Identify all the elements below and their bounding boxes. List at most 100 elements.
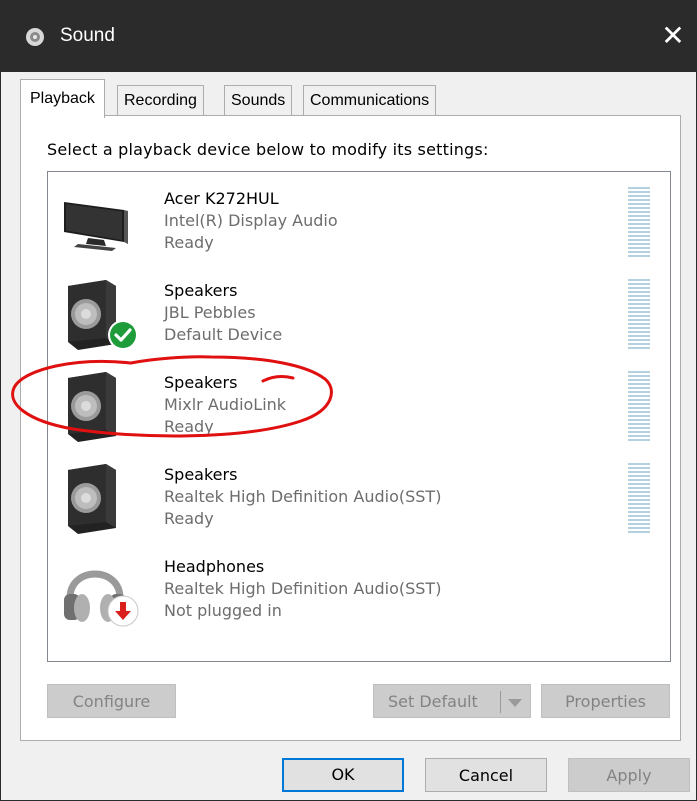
meter-segment <box>628 323 650 325</box>
meter-segment <box>628 475 650 477</box>
meter-segment <box>628 319 650 321</box>
sound-dialog: Sound ✕ Playback Recording Sounds Commun… <box>0 0 697 801</box>
meter-segment <box>628 383 650 385</box>
device-status: Ready <box>164 417 214 436</box>
tab-communications[interactable]: Communications <box>303 85 437 116</box>
device-name: Headphones <box>164 557 265 576</box>
device-status: Ready <box>164 509 214 528</box>
meter-segment <box>628 431 650 433</box>
apply-button[interactable]: Apply <box>568 758 690 792</box>
list-item[interactable]: Speakers JBL Pebbles Default Device <box>48 266 670 358</box>
device-status: Ready <box>164 233 214 252</box>
meter-segment <box>628 235 650 237</box>
device-description: Realtek High Definition Audio(SST) <box>164 487 442 506</box>
window-title: Sound <box>60 25 115 46</box>
meter-segment <box>628 519 650 521</box>
meter-segment <box>628 515 650 517</box>
device-description: Realtek High Definition Audio(SST) <box>164 579 442 598</box>
list-item[interactable]: Headphones Realtek High Definition Audio… <box>48 542 670 634</box>
volume-meter <box>628 463 650 535</box>
meter-segment <box>628 195 650 197</box>
tab-playback[interactable]: Playback <box>20 79 105 118</box>
tab-sounds[interactable]: Sounds <box>224 85 293 116</box>
playback-panel: Select a playback device below to modify… <box>20 115 681 741</box>
meter-segment <box>628 287 650 289</box>
unplugged-arrow-icon <box>107 595 139 627</box>
meter-segment <box>628 503 650 505</box>
configure-button[interactable]: Configure <box>47 684 176 718</box>
meter-segment <box>628 379 650 381</box>
list-item[interactable]: Acer K272HUL Intel(R) Display Audio Read… <box>48 174 670 266</box>
list-item[interactable]: Speakers Realtek High Definition Audio(S… <box>48 450 670 542</box>
meter-segment <box>628 251 650 253</box>
meter-segment <box>628 199 650 201</box>
tab-recording[interactable]: Recording <box>117 85 204 116</box>
meter-segment <box>628 295 650 297</box>
chevron-down-icon[interactable] <box>508 699 522 707</box>
meter-segment <box>628 191 650 193</box>
meter-segment <box>628 303 650 305</box>
meter-segment <box>628 187 650 189</box>
meter-segment <box>628 279 650 281</box>
volume-meter <box>628 371 650 443</box>
monitor-icon <box>64 202 128 251</box>
default-check-icon <box>108 320 138 350</box>
meter-segment <box>628 391 650 393</box>
device-name: Speakers <box>164 373 238 392</box>
meter-segment <box>628 491 650 493</box>
meter-segment <box>628 223 650 225</box>
meter-segment <box>628 511 650 513</box>
device-status: Not plugged in <box>164 601 282 620</box>
device-name: Acer K272HUL <box>164 189 279 208</box>
set-default-button[interactable]: Set Default <box>373 684 531 718</box>
meter-segment <box>628 315 650 317</box>
meter-segment <box>628 411 650 413</box>
meter-segment <box>628 403 650 405</box>
ok-button[interactable]: OK <box>282 758 404 792</box>
meter-segment <box>628 227 650 229</box>
meter-segment <box>628 423 650 425</box>
device-description: Mixlr AudioLink <box>164 395 287 414</box>
meter-segment <box>628 375 650 377</box>
meter-segment <box>628 343 650 345</box>
meter-segment <box>628 415 650 417</box>
meter-segment <box>628 463 650 465</box>
cancel-button[interactable]: Cancel <box>425 758 547 792</box>
device-name: Speakers <box>164 281 238 300</box>
device-status: Default Device <box>164 325 283 344</box>
list-item[interactable]: Speakers Mixlr AudioLink Ready <box>48 358 670 450</box>
set-default-label: Set Default <box>388 692 478 711</box>
meter-segment <box>628 255 650 257</box>
meter-segment <box>628 231 650 233</box>
meter-segment <box>628 471 650 473</box>
meter-segment <box>628 467 650 469</box>
speaker-icon <box>26 28 44 46</box>
meter-segment <box>628 507 650 509</box>
close-button[interactable]: ✕ <box>650 13 696 59</box>
meter-segment <box>628 299 650 301</box>
meter-segment <box>628 335 650 337</box>
meter-segment <box>628 523 650 525</box>
split-separator <box>500 691 501 713</box>
meter-segment <box>628 283 650 285</box>
meter-segment <box>628 387 650 389</box>
properties-button[interactable]: Properties <box>541 684 670 718</box>
meter-segment <box>628 435 650 437</box>
meter-segment <box>628 247 650 249</box>
speaker-icon <box>68 372 116 442</box>
volume-meter <box>628 187 650 259</box>
device-name: Speakers <box>164 465 238 484</box>
meter-segment <box>628 483 650 485</box>
meter-segment <box>628 243 650 245</box>
meter-segment <box>628 427 650 429</box>
speaker-icon <box>68 464 116 534</box>
meter-segment <box>628 331 650 333</box>
device-list[interactable]: Acer K272HUL Intel(R) Display Audio Read… <box>47 171 671 662</box>
device-description: JBL Pebbles <box>164 303 256 322</box>
meter-segment <box>628 527 650 529</box>
meter-segment <box>628 495 650 497</box>
meter-segment <box>628 311 650 313</box>
meter-segment <box>628 371 650 373</box>
meter-segment <box>628 399 650 401</box>
instruction-text: Select a playback device below to modify… <box>47 140 489 159</box>
